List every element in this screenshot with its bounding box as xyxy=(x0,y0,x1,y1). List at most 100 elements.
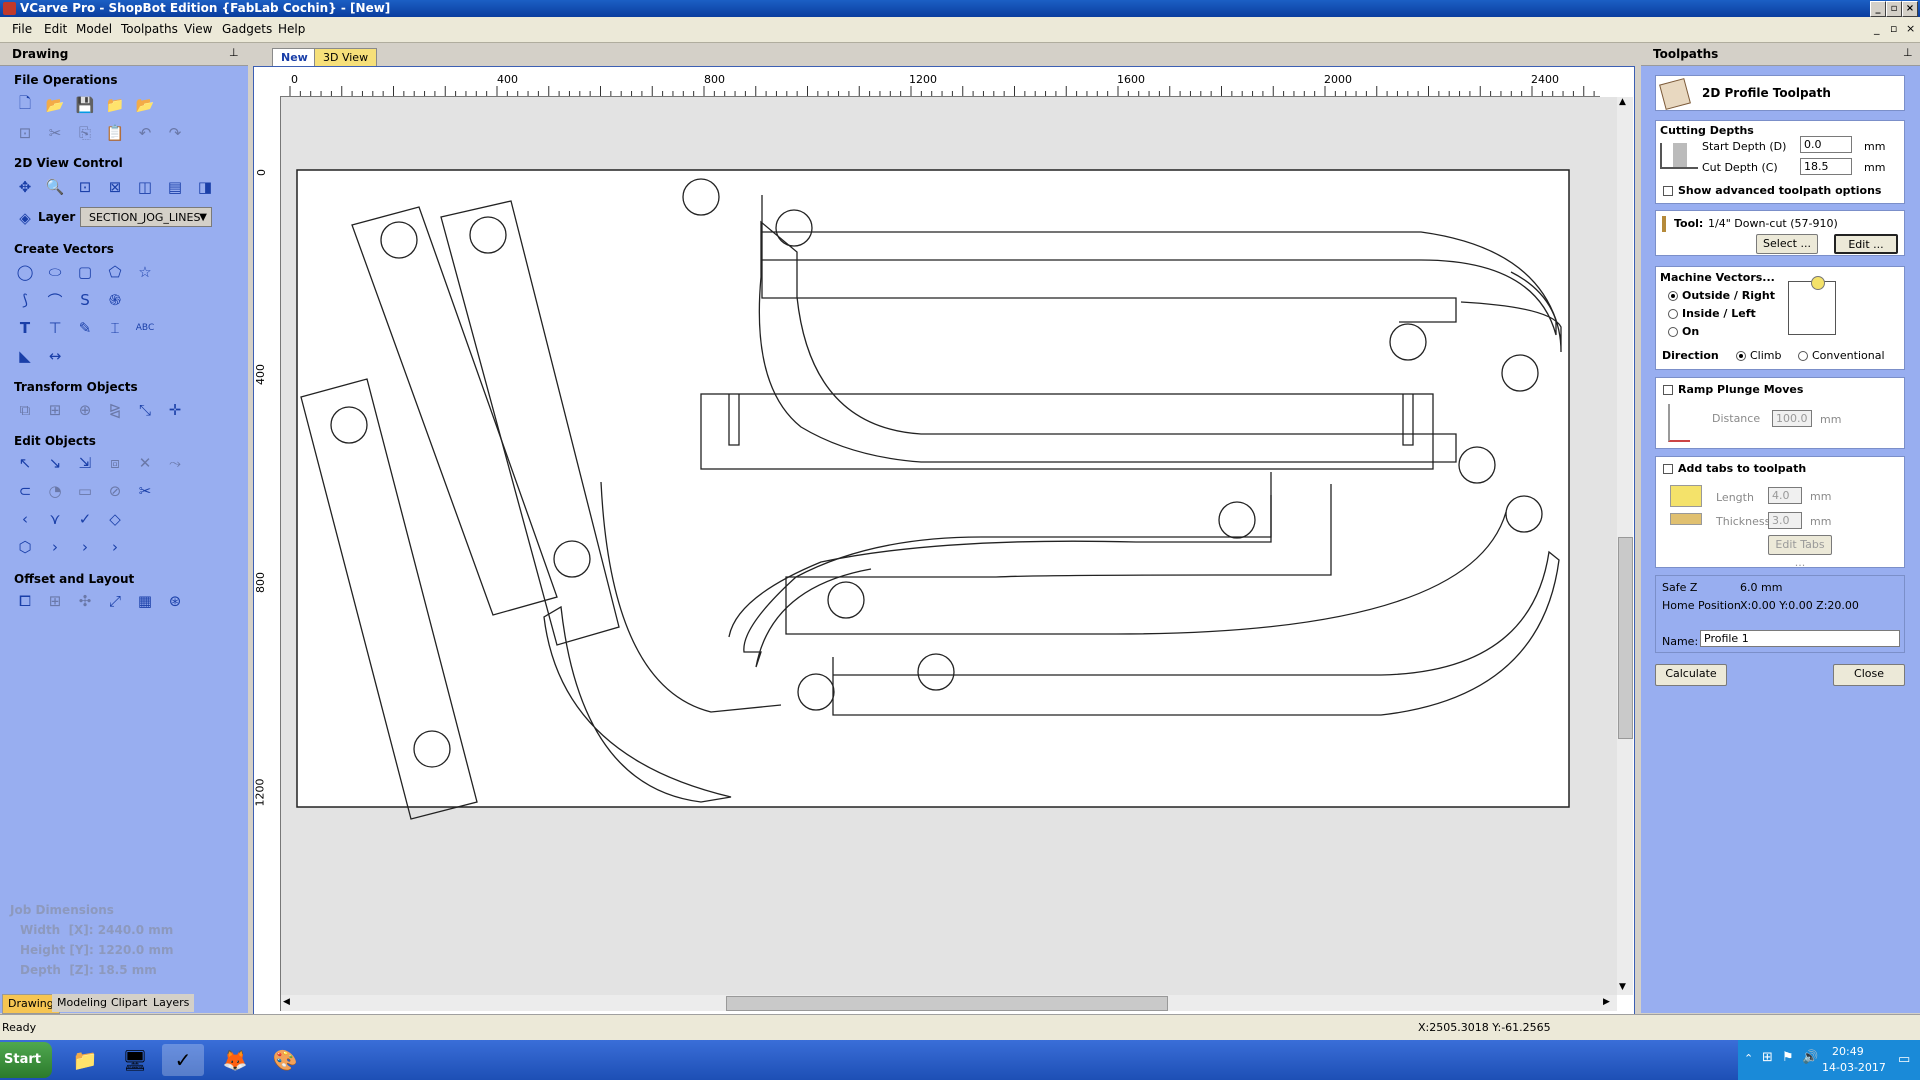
trim-icon[interactable]: ⊘ xyxy=(104,480,126,502)
thickness-input[interactable]: 3.0 xyxy=(1768,512,1802,529)
toolpath-name-input[interactable]: Profile 1 xyxy=(1700,630,1900,647)
mdi-restore-icon[interactable]: ▫ xyxy=(1890,22,1897,35)
menu-edit[interactable]: Edit xyxy=(44,22,67,36)
text-fit-icon[interactable]: ⌶ xyxy=(104,317,126,339)
close-button[interactable]: Close xyxy=(1833,664,1905,686)
tray-expand-icon[interactable]: ⌃ xyxy=(1744,1052,1753,1065)
node-edit-icon[interactable]: ↘ xyxy=(44,452,66,474)
import-vectors-icon[interactable]: 📂 xyxy=(134,94,156,116)
select-icon[interactable]: ↖ xyxy=(14,452,36,474)
polygon-icon[interactable]: ⬠ xyxy=(104,261,126,283)
intersect-icon[interactable]: ▭ xyxy=(74,480,96,502)
undo-icon[interactable]: ↶ xyxy=(134,122,156,144)
inside-radio[interactable] xyxy=(1668,309,1678,319)
tab-layers[interactable]: Layers xyxy=(148,994,195,1012)
calculate-button[interactable]: Calculate xyxy=(1655,664,1727,686)
polyline-icon[interactable]: ⟆ xyxy=(14,289,36,311)
mirror-icon[interactable]: ⧎ xyxy=(104,399,126,421)
trim-vectors-icon[interactable]: › xyxy=(74,536,96,558)
scroll-down-icon[interactable]: ▼ xyxy=(1619,982,1626,992)
new-file-icon[interactable]: 🗋 xyxy=(14,94,36,116)
menu-gadgets[interactable]: Gadgets xyxy=(222,22,272,36)
tab-modeling[interactable]: Modeling xyxy=(52,994,113,1012)
view-split-icon[interactable]: ◫ xyxy=(134,176,156,198)
cut-icon[interactable]: ✂ xyxy=(44,122,66,144)
weld-icon[interactable]: ⊂ xyxy=(14,480,36,502)
file-explorer-icon[interactable]: 📁 xyxy=(64,1044,106,1076)
zoom-selected-icon[interactable]: ⊠ xyxy=(104,176,126,198)
mdi-close-icon[interactable]: × xyxy=(1906,22,1915,35)
close-vector-icon[interactable]: ⋎ xyxy=(44,508,66,530)
horizontal-scroll-thumb[interactable] xyxy=(726,996,1168,1011)
firefox-icon[interactable]: 🦊 xyxy=(214,1044,256,1076)
maximize-icon[interactable]: ▫ xyxy=(1886,1,1902,17)
climb-radio[interactable] xyxy=(1736,351,1746,361)
offset-icon[interactable]: ⧠ xyxy=(14,590,36,612)
select-tool-button[interactable]: Select ... xyxy=(1756,234,1818,254)
curve-icon[interactable]: S xyxy=(74,289,96,311)
dimension-icon[interactable]: ◣ xyxy=(14,345,36,367)
ellipse-icon[interactable]: ⬭ xyxy=(44,261,66,283)
ramp-checkbox[interactable] xyxy=(1663,385,1673,395)
join-icon[interactable]: ‹ xyxy=(14,508,36,530)
text-icon[interactable]: T xyxy=(14,317,36,339)
mdi-minimize-icon[interactable]: _ xyxy=(1874,22,1880,35)
menu-toolpaths[interactable]: Toolpaths xyxy=(121,22,178,36)
tab-clipart[interactable]: Clipart xyxy=(106,994,153,1012)
fit-curves-icon[interactable]: ⬡ xyxy=(14,536,36,558)
menu-file[interactable]: File xyxy=(12,22,32,36)
star-icon[interactable]: ☆ xyxy=(134,261,156,283)
vector-drawing[interactable] xyxy=(281,97,1617,995)
zoom-extents-icon[interactable]: ⊡ xyxy=(74,176,96,198)
advanced-options-checkbox[interactable] xyxy=(1663,186,1673,196)
move-icon[interactable]: ⧉ xyxy=(14,399,36,421)
scale-icon[interactable]: ⤡ xyxy=(134,399,156,421)
cut-depth-input[interactable]: 18.5 xyxy=(1800,158,1852,175)
open-folder-icon[interactable]: 📂 xyxy=(44,94,66,116)
scissors-icon[interactable]: ✂ xyxy=(134,480,156,502)
extend-icon[interactable]: ◇ xyxy=(104,508,126,530)
distort-icon[interactable]: ✛ xyxy=(164,399,186,421)
horizontal-scrollbar[interactable]: ◀ ▶ xyxy=(281,995,1617,1011)
start-depth-input[interactable]: 0.0 xyxy=(1800,136,1852,153)
vcarve-app-icon[interactable]: 🖥 xyxy=(114,1044,156,1076)
spiral-icon[interactable]: ֍ xyxy=(104,289,126,311)
text-arc-icon[interactable]: ABC xyxy=(134,317,156,339)
distance-input[interactable]: 100.0 xyxy=(1772,410,1812,427)
tab-new[interactable]: New xyxy=(272,48,317,67)
vertical-scroll-thumb[interactable] xyxy=(1618,537,1633,739)
fit-layout-icon[interactable]: ⊛ xyxy=(164,590,186,612)
menu-model[interactable]: Model xyxy=(76,22,112,36)
pan-icon[interactable]: ✥ xyxy=(14,176,36,198)
zoom-icon[interactable]: 🔍 xyxy=(44,176,66,198)
measure-icon[interactable]: ↔ xyxy=(44,345,66,367)
minimize-icon[interactable]: _ xyxy=(1870,1,1886,17)
job-setup-icon[interactable]: ⊡ xyxy=(14,122,36,144)
on-radio[interactable] xyxy=(1668,327,1678,337)
align-icon[interactable]: ⊞ xyxy=(44,399,66,421)
text-box-icon[interactable]: ⊤ xyxy=(44,317,66,339)
tray-network-icon[interactable]: ⊞ xyxy=(1762,1050,1773,1065)
nest-icon[interactable]: ⤢ xyxy=(104,590,126,612)
tray-volume-icon[interactable]: 🔊 xyxy=(1802,1050,1818,1065)
menu-help[interactable]: Help xyxy=(278,22,305,36)
fillet-icon[interactable]: ✓ xyxy=(74,508,96,530)
circular-array-icon[interactable]: ✣ xyxy=(74,590,96,612)
drawing-canvas[interactable] xyxy=(281,97,1617,995)
save-icon[interactable]: 💾 xyxy=(74,94,96,116)
scroll-up-icon[interactable]: ▲ xyxy=(1619,97,1626,107)
view-grid-icon[interactable]: ▤ xyxy=(164,176,186,198)
chamfer-icon[interactable]: › xyxy=(44,536,66,558)
center-icon[interactable]: ⊕ xyxy=(74,399,96,421)
scroll-left-icon[interactable]: ◀ xyxy=(283,997,290,1007)
tab-3d-view[interactable]: 3D View xyxy=(314,48,378,67)
outside-radio[interactable] xyxy=(1668,291,1678,301)
start-button[interactable]: Start xyxy=(0,1042,52,1078)
view-2d-icon[interactable]: ◨ xyxy=(194,176,216,198)
subtract-icon[interactable]: ◔ xyxy=(44,480,66,502)
redo-icon[interactable]: ↷ xyxy=(164,122,186,144)
text-on-curve-icon[interactable]: ✎ xyxy=(74,317,96,339)
tray-flag-icon[interactable]: ⚑ xyxy=(1782,1050,1794,1065)
menu-view[interactable]: View xyxy=(184,22,212,36)
delete-nodes-icon[interactable]: ✕ xyxy=(134,452,156,474)
